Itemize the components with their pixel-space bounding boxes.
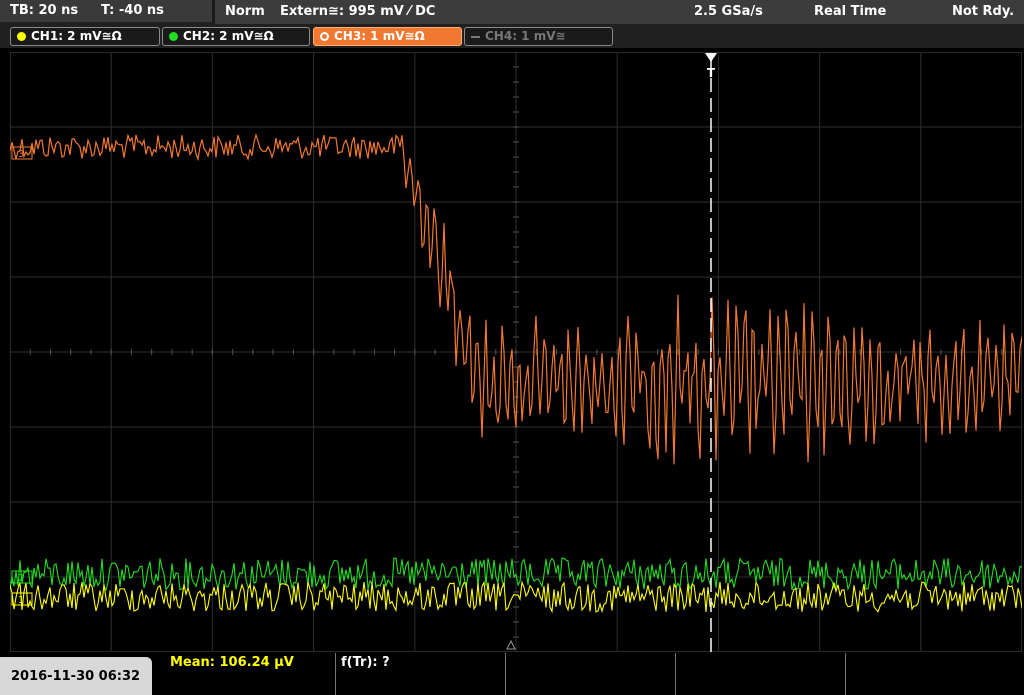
measurement-mean: Mean: 106.24 μV <box>170 655 294 670</box>
status-bar: TB: 20 ns T: -40 ns Norm Extern≅: 995 mV… <box>0 0 1024 24</box>
trigger-source[interactable]: Extern≅: 995 mV ⁄ DC <box>280 4 435 19</box>
measurement-rise-freq: f(Tr): ? <box>341 655 390 670</box>
status-text: Not Rdy. <box>952 4 1015 19</box>
channel-label: CH1: 2 mV≅Ω <box>31 29 122 43</box>
acquisition-mode: Real Time <box>814 4 887 19</box>
measurement-1[interactable]: Mean: 106.24 μV <box>165 653 335 695</box>
datetime-box: 2016-11-30 06:32 <box>0 657 152 695</box>
datetime: 2016-11-30 06:32 <box>11 669 141 684</box>
channel-tab-ch2[interactable]: CH2: 2 mV≅Ω <box>162 27 310 46</box>
channel-tab-ch4[interactable]: CH4: 1 mV≅ <box>464 27 613 46</box>
ch3-indicator-icon <box>320 32 329 41</box>
ch1-marker-label: 1 <box>18 595 24 606</box>
measurement-slot-3[interactable] <box>505 653 676 695</box>
timebase-box[interactable]: TB: 20 ns T: -40 ns <box>0 0 215 24</box>
trigger-label: T <box>707 66 716 80</box>
channel-bar: CH1: 2 mV≅Ω CH2: 2 mV≅Ω CH3: 1 mV≅Ω CH4:… <box>0 24 1024 48</box>
ch1-indicator-icon <box>17 32 26 41</box>
ch2-marker-label: 2 <box>18 573 24 584</box>
ch3-marker-label: 3 <box>18 149 24 160</box>
waveform-display[interactable]: T 3 2 1 <box>10 52 1022 652</box>
channel-label: CH3: 1 mV≅Ω <box>334 29 425 43</box>
ch4-indicator-icon <box>471 36 480 38</box>
timebase-readout: TB: 20 ns <box>10 3 79 18</box>
sample-rate: 2.5 GSa/s <box>694 4 763 19</box>
channel-label: CH4: 1 mV≅ <box>485 29 566 43</box>
ch2-indicator-icon <box>169 32 178 41</box>
channel-label: CH2: 2 mV≅Ω <box>183 29 274 43</box>
trigger-time-readout: T: -40 ns <box>101 3 164 18</box>
channel-tab-ch1[interactable]: CH1: 2 mV≅Ω <box>10 27 160 46</box>
measurement-2[interactable]: f(Tr): ? <box>335 653 506 695</box>
measurement-slot-5[interactable] <box>845 653 1024 695</box>
measurement-slot-4[interactable] <box>675 653 846 695</box>
trigger-mode[interactable]: Norm <box>225 4 265 19</box>
channel-tab-ch3[interactable]: CH3: 1 mV≅Ω <box>313 27 462 46</box>
